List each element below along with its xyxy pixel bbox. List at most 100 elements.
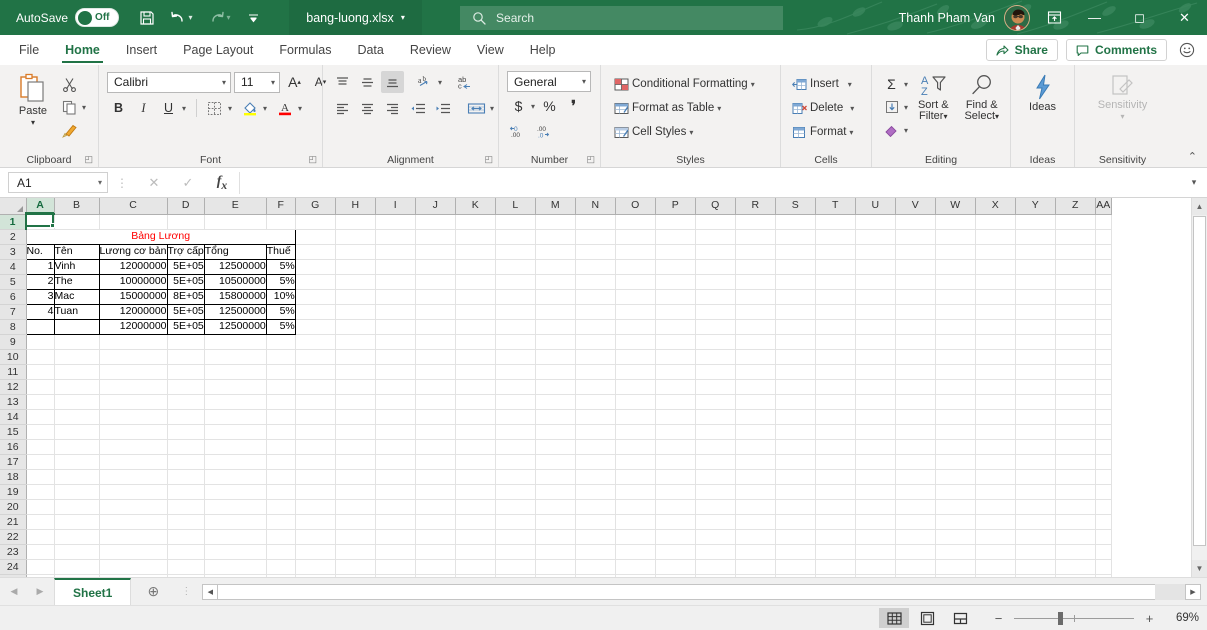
currency-format-button[interactable]: $	[507, 95, 530, 117]
cell-E19[interactable]	[204, 484, 267, 500]
cell-T24[interactable]	[815, 559, 856, 575]
cell-AA8[interactable]	[1095, 319, 1112, 335]
cell-O4[interactable]	[615, 259, 656, 275]
cell-X19[interactable]	[975, 484, 1016, 500]
cell-G13[interactable]	[295, 394, 336, 410]
name-box-caret[interactable]: ▾	[98, 178, 102, 187]
data-cell-D6[interactable]: 8E+05	[166, 288, 205, 305]
cell-O19[interactable]	[615, 484, 656, 500]
cell-C20[interactable]	[99, 499, 168, 515]
cell-O23[interactable]	[615, 544, 656, 560]
cell-N7[interactable]	[575, 304, 616, 320]
cell-R24[interactable]	[735, 559, 776, 575]
row-header-14[interactable]: 14	[0, 409, 27, 425]
cell-T18[interactable]	[815, 469, 856, 485]
cell-AA20[interactable]	[1095, 499, 1112, 515]
customize-quick-access-icon[interactable]	[239, 5, 267, 31]
cell-J5[interactable]	[415, 274, 456, 290]
cell-R11[interactable]	[735, 364, 776, 380]
data-cell-F8[interactable]: 5%	[265, 318, 296, 335]
cell-P11[interactable]	[655, 364, 696, 380]
cell-AA7[interactable]	[1095, 304, 1112, 320]
cell-O24[interactable]	[615, 559, 656, 575]
column-header-v[interactable]: V	[895, 198, 936, 215]
column-header-b[interactable]: B	[54, 198, 100, 215]
cell-AA2[interactable]	[1095, 229, 1112, 245]
cell-W3[interactable]	[935, 244, 976, 260]
data-cell-D8[interactable]: 5E+05	[166, 318, 205, 335]
cell-K9[interactable]	[455, 334, 496, 350]
conditional-formatting-button[interactable]: Conditional Formatting ▾	[611, 73, 758, 95]
cell-V1[interactable]	[895, 214, 936, 230]
cell-X8[interactable]	[975, 319, 1016, 335]
cell-A16[interactable]	[26, 439, 55, 455]
cell-O20[interactable]	[615, 499, 656, 515]
cell-AA10[interactable]	[1095, 349, 1112, 365]
cell-F23[interactable]	[266, 544, 296, 560]
cell-A9[interactable]	[26, 334, 55, 350]
cell-N22[interactable]	[575, 529, 616, 545]
cell-B20[interactable]	[54, 499, 100, 515]
cell-I23[interactable]	[375, 544, 416, 560]
cell-C9[interactable]	[99, 334, 168, 350]
cell-T12[interactable]	[815, 379, 856, 395]
column-header-u[interactable]: U	[855, 198, 896, 215]
cell-AA22[interactable]	[1095, 529, 1112, 545]
cell-W20[interactable]	[935, 499, 976, 515]
cell-Y9[interactable]	[1015, 334, 1056, 350]
cell-H22[interactable]	[335, 529, 376, 545]
cell-S10[interactable]	[775, 349, 816, 365]
cell-K7[interactable]	[455, 304, 496, 320]
cell-O3[interactable]	[615, 244, 656, 260]
cell-L4[interactable]	[495, 259, 536, 275]
cell-I16[interactable]	[375, 439, 416, 455]
cell-E24[interactable]	[204, 559, 267, 575]
cell-Q3[interactable]	[695, 244, 736, 260]
cell-G1[interactable]	[295, 214, 336, 230]
scroll-left-button[interactable]: ◀	[202, 583, 219, 600]
cell-P2[interactable]	[655, 229, 696, 245]
cell-M17[interactable]	[535, 454, 576, 470]
cell-T6[interactable]	[815, 289, 856, 305]
cell-P9[interactable]	[655, 334, 696, 350]
cell-T4[interactable]	[815, 259, 856, 275]
cell-Z11[interactable]	[1055, 364, 1096, 380]
cell-U3[interactable]	[855, 244, 896, 260]
cell-O6[interactable]	[615, 289, 656, 305]
cell-H12[interactable]	[335, 379, 376, 395]
autosave-toggle[interactable]: Off	[75, 8, 120, 27]
cell-X4[interactable]	[975, 259, 1016, 275]
cell-F18[interactable]	[266, 469, 296, 485]
cell-Y18[interactable]	[1015, 469, 1056, 485]
cell-E9[interactable]	[204, 334, 267, 350]
cell-J13[interactable]	[415, 394, 456, 410]
cell-AA5[interactable]	[1095, 274, 1112, 290]
cell-P18[interactable]	[655, 469, 696, 485]
cell-G20[interactable]	[295, 499, 336, 515]
decrease-decimal-icon[interactable]: .00.0	[533, 120, 556, 142]
cell-Q9[interactable]	[695, 334, 736, 350]
cut-icon[interactable]	[58, 73, 81, 95]
cell-O12[interactable]	[615, 379, 656, 395]
cell-Y3[interactable]	[1015, 244, 1056, 260]
cell-Q18[interactable]	[695, 469, 736, 485]
cell-W23[interactable]	[935, 544, 976, 560]
cell-Q24[interactable]	[695, 559, 736, 575]
cell-M12[interactable]	[535, 379, 576, 395]
cell-W6[interactable]	[935, 289, 976, 305]
cell-M25[interactable]	[535, 574, 576, 577]
save-icon[interactable]	[133, 5, 161, 31]
ideas-button[interactable]: Ideas	[1016, 71, 1069, 113]
header-cell-F3[interactable]: Thuế	[265, 243, 296, 260]
row-header-22[interactable]: 22	[0, 529, 27, 545]
cell-U20[interactable]	[855, 499, 896, 515]
data-cell-D4[interactable]: 5E+05	[166, 258, 205, 275]
cell-Q10[interactable]	[695, 349, 736, 365]
cell-W8[interactable]	[935, 319, 976, 335]
name-box[interactable]: A1 ▾	[8, 172, 108, 193]
cell-E21[interactable]	[204, 514, 267, 530]
cell-L22[interactable]	[495, 529, 536, 545]
cell-N4[interactable]	[575, 259, 616, 275]
cell-F21[interactable]	[266, 514, 296, 530]
cell-Z15[interactable]	[1055, 424, 1096, 440]
